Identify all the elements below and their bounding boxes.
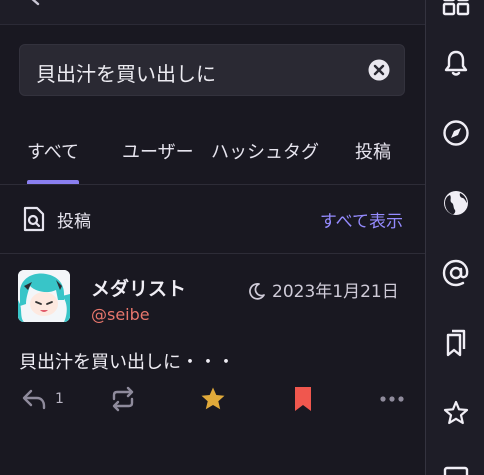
active-tab-indicator: [27, 180, 79, 184]
star-icon[interactable]: [442, 399, 470, 427]
post-date-text: 2023年1月21日: [272, 282, 399, 302]
tab-bar: すべて ユーザー ハッシュタグ 投稿: [0, 116, 425, 185]
app-root: 貝出汁を買い出しに すべて ユーザー ハッシュタグ 投稿 投稿 すべて表示 メダ…: [0, 0, 484, 475]
post-author-name[interactable]: メダリスト: [91, 274, 186, 301]
reply-icon[interactable]: [20, 385, 48, 413]
moon-icon: [248, 282, 266, 300]
globe-icon[interactable]: [442, 189, 470, 217]
post-author-handle[interactable]: @seibe: [91, 305, 150, 324]
post-actions: 1: [0, 385, 425, 415]
show-all-link[interactable]: すべて表示: [320, 207, 403, 232]
avatar[interactable]: [18, 270, 70, 322]
bell-icon[interactable]: [442, 49, 470, 77]
star-icon[interactable]: [199, 385, 227, 413]
main-column: 貝出汁を買い出しに すべて ユーザー ハッシュタグ 投稿 投稿 すべて表示 メダ…: [0, 0, 425, 475]
bookmark-icon[interactable]: [289, 385, 317, 413]
more-icon[interactable]: [378, 385, 406, 413]
search-input[interactable]: 貝出汁を買い出しに: [19, 44, 405, 96]
back-arrow-icon[interactable]: [24, 0, 46, 8]
reply-count: 1: [55, 391, 64, 407]
section-title: 投稿: [57, 212, 91, 232]
post-text: 貝出汁を買い出しに・・・: [19, 352, 235, 373]
posts-section-header: 投稿 すべて表示: [0, 185, 425, 254]
grid-icon[interactable]: [442, 0, 470, 16]
tab-users[interactable]: ユーザー: [122, 138, 194, 164]
search-post-icon: [22, 205, 46, 233]
tab-posts[interactable]: 投稿: [355, 138, 391, 164]
bookmarks-icon[interactable]: [442, 329, 470, 357]
search-input-value[interactable]: 貝出汁を買い出しに: [36, 58, 216, 87]
top-bar: [0, 0, 425, 25]
post-date: 2023年1月21日: [248, 277, 399, 302]
clear-circle-icon[interactable]: [368, 59, 390, 81]
list-icon[interactable]: [442, 466, 470, 475]
right-navigation-rail: [425, 0, 484, 475]
at-icon[interactable]: [442, 259, 470, 287]
boost-icon[interactable]: [109, 385, 137, 413]
tab-all[interactable]: すべて: [27, 138, 79, 164]
compass-icon[interactable]: [442, 119, 470, 147]
tab-hashtags[interactable]: ハッシュタグ: [211, 138, 319, 164]
